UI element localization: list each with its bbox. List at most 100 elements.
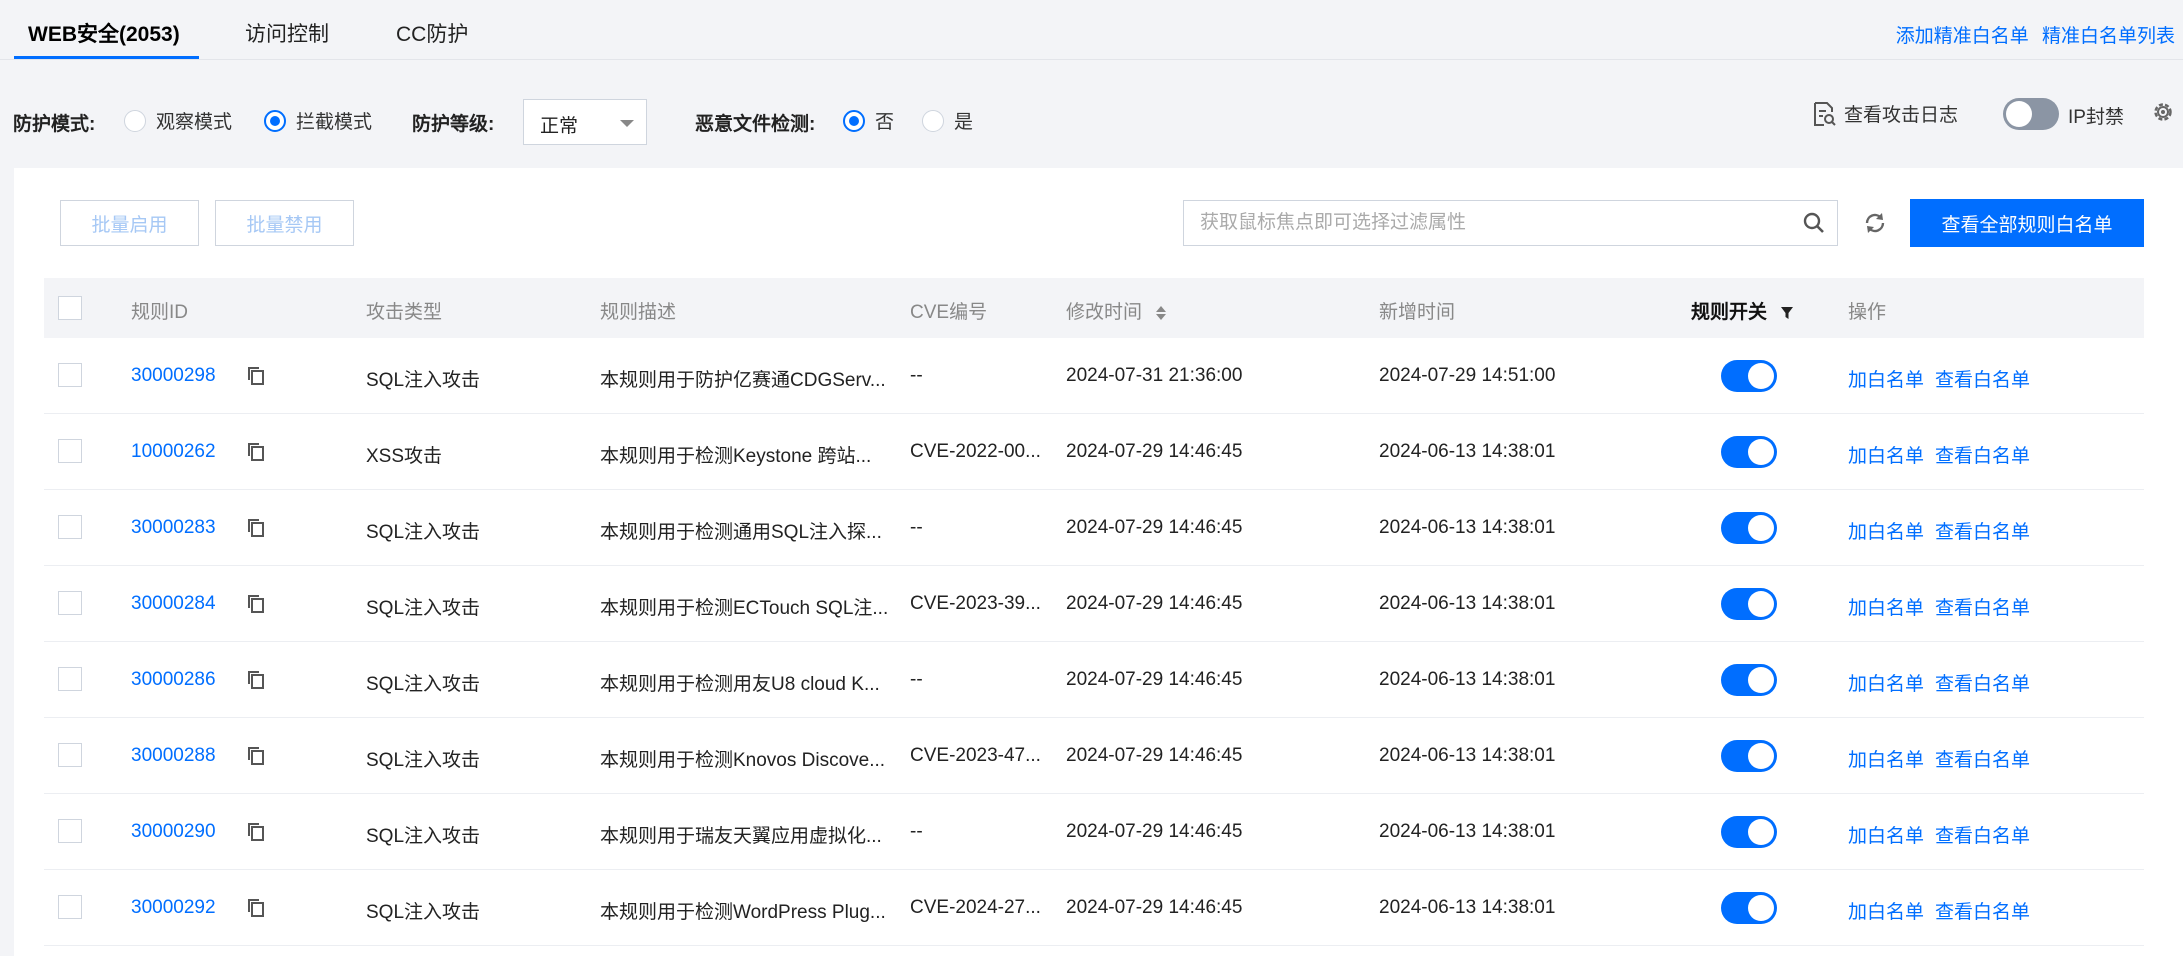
rule-switch[interactable] xyxy=(1721,892,1777,924)
add-whitelist-button[interactable]: 加白名单 xyxy=(1848,897,1924,924)
mode-block-label[interactable]: 拦截模式 xyxy=(296,107,372,134)
active-tab-indicator xyxy=(14,56,199,59)
attack-type-cell: SQL注入攻击 xyxy=(366,826,481,847)
copy-icon[interactable] xyxy=(246,821,266,849)
rule-switch[interactable] xyxy=(1721,436,1777,468)
ip-ban-switch[interactable] xyxy=(2003,98,2059,130)
malware-no-label[interactable]: 否 xyxy=(875,107,894,134)
col-modified-label: 修改时间 xyxy=(1066,302,1143,323)
rule-id-link[interactable]: 30000292 xyxy=(131,897,216,919)
cve-cell: -- xyxy=(910,517,923,538)
search-icon[interactable] xyxy=(1802,211,1826,240)
col-modified-time[interactable]: 修改时间 xyxy=(1066,297,1167,324)
rule-switch[interactable] xyxy=(1721,664,1777,696)
batch-enable-button[interactable]: 批量启用 xyxy=(60,200,199,246)
table-body: 30000298 SQL注入攻击 本规则用于防护亿赛通CDGServ... --… xyxy=(44,338,2144,946)
copy-icon[interactable] xyxy=(246,897,266,925)
view-whitelist-button[interactable]: 查看白名单 xyxy=(1935,669,2030,696)
copy-icon[interactable] xyxy=(246,593,266,621)
mode-observe-radio[interactable] xyxy=(124,109,146,132)
col-switch[interactable]: 规则开关 xyxy=(1691,297,1794,324)
copy-icon[interactable] xyxy=(246,669,266,697)
rule-id-link[interactable]: 30000290 xyxy=(131,821,216,843)
filter-icon[interactable] xyxy=(1780,305,1794,321)
copy-icon[interactable] xyxy=(246,441,266,469)
tab-web-security[interactable]: WEB安全(2053) xyxy=(28,18,180,48)
modified-time-cell: 2024-07-29 14:46:45 xyxy=(1066,897,1243,918)
row-checkbox[interactable] xyxy=(58,591,82,615)
filter-search-input[interactable] xyxy=(1183,200,1838,246)
row-checkbox[interactable] xyxy=(58,819,82,843)
rule-switch[interactable] xyxy=(1721,360,1777,392)
rule-switch[interactable] xyxy=(1721,740,1777,772)
tab-cc-protection[interactable]: CC防护 xyxy=(396,18,468,48)
view-whitelist-button[interactable]: 查看白名单 xyxy=(1935,745,2030,772)
table-row: 30000288 SQL注入攻击 本规则用于检测Knovos Discove..… xyxy=(44,718,2144,794)
col-added-time: 新增时间 xyxy=(1379,302,1456,323)
add-whitelist-button[interactable]: 加白名单 xyxy=(1848,593,1924,620)
sort-icon[interactable] xyxy=(1155,304,1167,322)
view-whitelist-button[interactable]: 查看白名单 xyxy=(1935,441,2030,468)
row-checkbox[interactable] xyxy=(58,515,82,539)
cve-cell: -- xyxy=(910,821,923,842)
added-time-cell: 2024-07-29 14:51:00 xyxy=(1379,365,1556,386)
view-whitelist-button[interactable]: 查看白名单 xyxy=(1935,821,2030,848)
malware-yes-radio[interactable] xyxy=(922,109,945,132)
row-checkbox[interactable] xyxy=(58,895,82,919)
add-whitelist-button[interactable]: 加白名单 xyxy=(1848,669,1924,696)
rule-id-link[interactable]: 30000298 xyxy=(131,365,216,387)
copy-icon[interactable] xyxy=(246,745,266,773)
attack-log-link[interactable]: 查看攻击日志 xyxy=(1812,100,1958,127)
view-whitelist-button[interactable]: 查看白名单 xyxy=(1935,517,2030,544)
row-checkbox[interactable] xyxy=(58,743,82,767)
description-cell: 本规则用于检测ECTouch SQL注... xyxy=(600,598,889,619)
description-cell: 本规则用于瑞友天翼应用虚拟化... xyxy=(600,826,882,847)
row-checkbox[interactable] xyxy=(58,667,82,691)
mode-block-radio[interactable] xyxy=(264,109,287,132)
add-whitelist-button[interactable]: 加白名单 xyxy=(1848,441,1924,468)
cve-cell: CVE-2022-00... xyxy=(910,441,1041,462)
view-all-whitelist-button[interactable]: 查看全部规则白名单 xyxy=(1910,199,2144,247)
rule-switch[interactable] xyxy=(1721,816,1777,848)
copy-icon[interactable] xyxy=(246,365,266,393)
add-whitelist-link[interactable]: 添加精准白名单 xyxy=(1896,26,2029,47)
malware-yes-label[interactable]: 是 xyxy=(954,107,973,134)
mode-observe-label[interactable]: 观察模式 xyxy=(156,107,232,134)
copy-icon[interactable] xyxy=(246,517,266,545)
rule-switch[interactable] xyxy=(1721,588,1777,620)
rule-id-link[interactable]: 10000262 xyxy=(131,441,216,463)
select-all-checkbox[interactable] xyxy=(58,296,82,320)
tab-access-control[interactable]: 访问控制 xyxy=(245,18,329,48)
batch-disable-button[interactable]: 批量禁用 xyxy=(215,200,354,246)
add-whitelist-button[interactable]: 加白名单 xyxy=(1848,821,1924,848)
cve-cell: CVE-2024-27... xyxy=(910,897,1041,918)
rule-id-link[interactable]: 30000288 xyxy=(131,745,216,767)
rule-id-link[interactable]: 30000283 xyxy=(131,517,216,539)
table-row: 30000290 SQL注入攻击 本规则用于瑞友天翼应用虚拟化... -- 20… xyxy=(44,794,2144,870)
add-whitelist-button[interactable]: 加白名单 xyxy=(1848,365,1924,392)
attack-type-cell: SQL注入攻击 xyxy=(366,598,481,619)
add-whitelist-button[interactable]: 加白名单 xyxy=(1848,517,1924,544)
view-whitelist-button[interactable]: 查看白名单 xyxy=(1935,365,2030,392)
rules-table: 规则ID 攻击类型 规则描述 CVE编号 修改时间 新增时间 规则开关 操作 3… xyxy=(44,278,2144,946)
refresh-icon[interactable] xyxy=(1862,210,1888,241)
rules-panel: 批量启用 批量禁用 查看全部规则白名单 规则ID 攻击类型 规则描述 CVE编号… xyxy=(14,168,2183,956)
view-whitelist-button[interactable]: 查看白名单 xyxy=(1935,593,2030,620)
row-checkbox[interactable] xyxy=(58,363,82,387)
malware-no-radio[interactable] xyxy=(843,109,865,132)
table-row: 30000286 SQL注入攻击 本规则用于检测用友U8 cloud K... … xyxy=(44,642,2144,718)
malware-radio-group: 否 是 xyxy=(843,107,1005,134)
added-time-cell: 2024-06-13 14:38:01 xyxy=(1379,593,1556,614)
rule-id-link[interactable]: 30000286 xyxy=(131,669,216,691)
rule-id-link[interactable]: 30000284 xyxy=(131,593,216,615)
view-whitelist-button[interactable]: 查看白名单 xyxy=(1935,897,2030,924)
level-select[interactable]: 正常 xyxy=(523,99,647,145)
tab-bar: WEB安全(2053) 访问控制 CC防护 添加精准白名单 精准白名单列表 xyxy=(0,0,2183,60)
gear-icon[interactable] xyxy=(2151,100,2175,129)
rule-switch[interactable] xyxy=(1721,512,1777,544)
whitelist-list-link[interactable]: 精准白名单列表 xyxy=(2042,26,2175,47)
row-checkbox[interactable] xyxy=(58,439,82,463)
modified-time-cell: 2024-07-29 14:46:45 xyxy=(1066,669,1243,690)
table-row: 30000298 SQL注入攻击 本规则用于防护亿赛通CDGServ... --… xyxy=(44,338,2144,414)
add-whitelist-button[interactable]: 加白名单 xyxy=(1848,745,1924,772)
